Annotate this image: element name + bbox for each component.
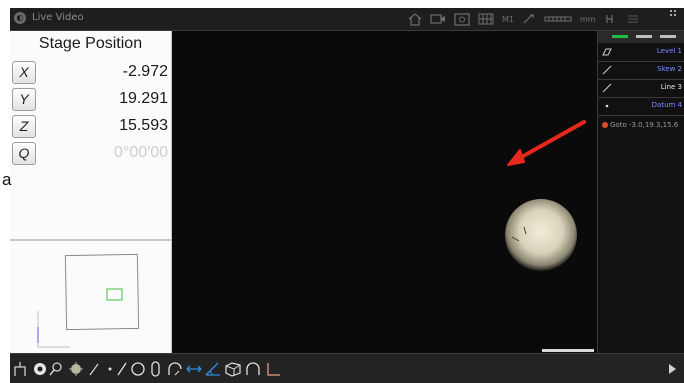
stage-minimap[interactable]	[10, 243, 171, 353]
feature-label: Line 3	[660, 83, 682, 91]
line-icon	[602, 65, 612, 75]
settings-icon[interactable]	[626, 13, 640, 25]
light-icon[interactable]	[522, 13, 536, 25]
measurement-toolbar	[10, 353, 684, 383]
slot-icon[interactable]	[151, 361, 160, 377]
panel-title: Stage Position	[38, 35, 143, 52]
tab-results[interactable]	[636, 35, 652, 38]
goto-status-icon	[602, 122, 608, 128]
axis-row-y: Y 19.291	[12, 88, 170, 111]
tool-strip	[14, 361, 280, 377]
angle-icon[interactable]	[205, 362, 220, 376]
point-icon[interactable]	[108, 367, 112, 371]
axis-x-value: -2.972	[122, 63, 168, 80]
axis-q-value: 0°00'00	[114, 144, 168, 161]
axis-x-button[interactable]: X	[12, 61, 36, 84]
feature-item-line[interactable]: Line 3	[598, 80, 684, 98]
feature-item-skew[interactable]: Skew 2	[598, 62, 684, 80]
point-icon	[605, 104, 609, 108]
home-icon[interactable]	[408, 12, 422, 26]
units-label[interactable]: mm	[580, 15, 596, 24]
feature-list-panel: Level 1 Skew 2 Line 3 Datum 4 Goto -3.0,…	[597, 31, 684, 353]
line-icon[interactable]	[117, 362, 127, 376]
grid-icon[interactable]	[478, 13, 494, 25]
expand-icon[interactable]	[669, 364, 676, 374]
axis-z-button[interactable]: Z	[12, 115, 36, 138]
grip-icon[interactable]	[670, 10, 678, 18]
titlebar-toolbar: M1 mm	[408, 12, 640, 26]
application-window: ◐ Live Video M1 mm Stage Position X -2.9…	[10, 8, 684, 383]
axis-row-x: X -2.972	[12, 61, 170, 84]
goto-item[interactable]: Goto -3.0,19.3,15.6	[598, 118, 684, 132]
zoom-frame-icon[interactable]	[454, 12, 470, 26]
plane-icon	[602, 48, 612, 56]
feature-tabs[interactable]	[598, 31, 684, 43]
circle-icon[interactable]	[131, 362, 145, 376]
axis-y-button[interactable]: Y	[12, 88, 36, 111]
video-frame	[172, 31, 596, 353]
axis-row-q: Q 0°00'00	[12, 142, 170, 165]
arc-icon[interactable]	[168, 362, 182, 376]
window-title: Live Video	[32, 12, 84, 23]
axis-row-z: Z 15.593	[12, 115, 170, 138]
magnifier-icon[interactable]	[49, 362, 62, 376]
tab-reports[interactable]	[660, 35, 676, 38]
feature-item-datum[interactable]: Datum 4	[598, 98, 684, 116]
stage-position-panel: Stage Position X -2.972 Y 19.291 Z 15.59…	[10, 31, 172, 353]
ruler-icon[interactable]	[604, 13, 618, 25]
feature-label: Datum 4	[651, 101, 682, 109]
curve-icon[interactable]	[246, 362, 260, 375]
title-bar: ◐ Live Video M1 mm	[10, 8, 684, 31]
video-scroll-indicator[interactable]	[542, 349, 594, 352]
light-icon[interactable]	[69, 362, 83, 376]
line-icon	[602, 83, 612, 93]
datum-icon[interactable]	[267, 363, 280, 376]
axis-z-value: 15.593	[119, 117, 168, 134]
panel-divider[interactable]	[10, 239, 171, 241]
camera-icon[interactable]	[430, 13, 446, 25]
scale-icon[interactable]	[544, 13, 572, 25]
inspected-part	[505, 199, 577, 271]
feature-label: Level 1	[656, 47, 682, 55]
axis-y-value: 19.291	[119, 90, 168, 107]
feature-label: Skew 2	[657, 65, 682, 73]
tab-features[interactable]	[612, 35, 628, 38]
magnification-label[interactable]: M1	[502, 15, 514, 24]
stray-text: a	[2, 170, 12, 189]
distance-icon[interactable]	[186, 365, 202, 373]
edge-tool-icon[interactable]	[89, 363, 99, 376]
axis-q-button[interactable]: Q	[12, 142, 36, 165]
target-icon[interactable]	[34, 363, 46, 375]
probe-icon[interactable]	[14, 362, 26, 376]
live-video-viewport[interactable]	[172, 31, 596, 353]
goto-label: Goto -3.0,19.3,15.6	[610, 121, 679, 129]
app-logo-icon: ◐	[14, 12, 26, 24]
feature-item-level[interactable]: Level 1	[598, 44, 684, 62]
cylinder-icon[interactable]	[225, 362, 241, 377]
